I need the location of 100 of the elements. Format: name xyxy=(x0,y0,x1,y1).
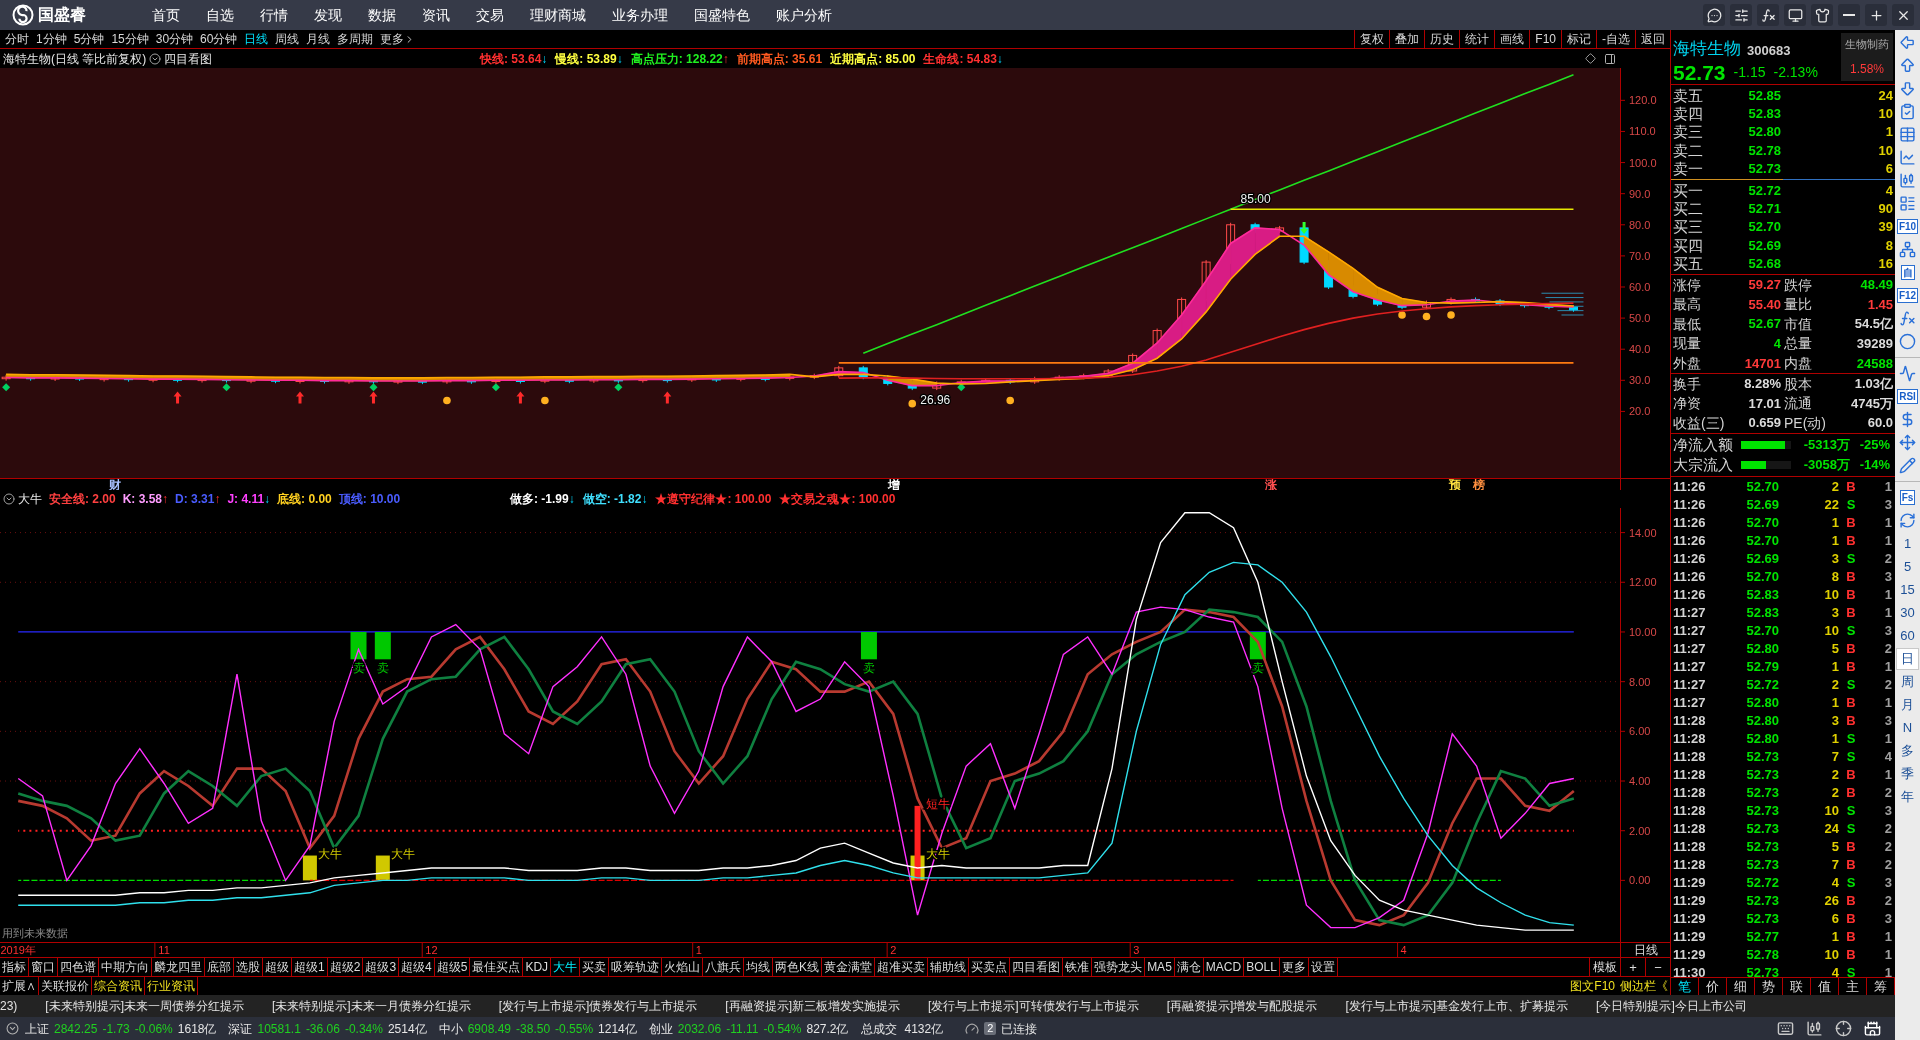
trade-volume: 3 xyxy=(1830,606,1839,620)
signal-label: 短牛 xyxy=(925,796,950,811)
trade-volume: 4 xyxy=(1830,966,1839,977)
trade-price: 52.73 xyxy=(1745,768,1779,782)
axis-label: 3 xyxy=(1133,944,1140,956)
stat-value: 48.49 xyxy=(1859,278,1894,292)
index-percent: -0.06% xyxy=(134,1020,173,1038)
stat-value: 1.45 xyxy=(1866,297,1894,311)
order-volume: 4 xyxy=(1884,183,1894,197)
trade-side: B xyxy=(1845,606,1857,620)
trade-side: S xyxy=(1845,498,1857,512)
event-label: 涨 xyxy=(1264,478,1277,490)
trade-count: 2 xyxy=(1883,552,1893,566)
trade-volume: 10 xyxy=(1823,948,1839,962)
trade-time: 11:27 xyxy=(1673,678,1707,692)
trade-time: 11:27 xyxy=(1673,606,1707,620)
trade-volume: 1 xyxy=(1830,696,1839,710)
order-price: 52.72 xyxy=(1747,183,1781,197)
signal-label: 大牛 xyxy=(390,846,415,861)
stat-label: 换手 xyxy=(1673,376,1702,391)
indicator-value: 顶线: 10.00 xyxy=(338,491,401,508)
trade-side: B xyxy=(1845,660,1857,674)
axis-label: 30.0 xyxy=(1629,374,1651,387)
connection-status: 已连接 xyxy=(1001,1020,1038,1038)
indicator-value: D: 3.31 xyxy=(175,491,215,508)
trade-count: 1 xyxy=(1883,966,1893,977)
trade-count: 1 xyxy=(1883,606,1893,620)
trade-side: S xyxy=(1845,732,1857,746)
trade-price: 52.80 xyxy=(1745,642,1779,656)
order-price: 52.70 xyxy=(1747,220,1781,234)
index-percent: -0.34% xyxy=(344,1020,383,1038)
trade-count: 2 xyxy=(1883,840,1893,854)
trade-side: S xyxy=(1845,804,1857,818)
stat-value: 24588 xyxy=(1855,356,1894,370)
order-label: 卖二 xyxy=(1673,142,1704,158)
trade-count: 1 xyxy=(1883,534,1893,548)
trend-arrow: ↑ xyxy=(214,493,221,505)
stat-label: 净资 xyxy=(1673,396,1702,411)
axis-label: 11 xyxy=(158,944,170,956)
trade-side: B xyxy=(1845,570,1857,584)
stat-label: 跌停 xyxy=(1784,277,1813,292)
price-label: 26.96 xyxy=(920,393,951,408)
trade-side: B xyxy=(1845,534,1857,548)
trade-volume: 1 xyxy=(1830,732,1839,746)
order-volume: 1 xyxy=(1884,125,1894,139)
index-amount: 1618亿 xyxy=(177,1020,217,1038)
trade-time: 11:28 xyxy=(1673,786,1707,800)
trade-time: 11:26 xyxy=(1673,534,1707,548)
trade-side: S xyxy=(1845,966,1857,977)
axis-label: 110.0 xyxy=(1629,125,1656,138)
trade-volume: 5 xyxy=(1830,840,1839,854)
axis-label: 1 xyxy=(695,944,702,956)
order-price: 52.69 xyxy=(1747,238,1781,252)
indicator-value: 安全线: 2.00 xyxy=(49,491,116,508)
trade-price: 52.72 xyxy=(1745,876,1779,890)
trade-side: B xyxy=(1845,948,1857,962)
order-label: 买二 xyxy=(1673,201,1704,217)
index-amount: 2514亿 xyxy=(387,1020,427,1038)
trade-count: 1 xyxy=(1883,588,1893,602)
index-percent: -0.54% xyxy=(763,1020,802,1038)
index-value: 6908.49 xyxy=(467,1020,512,1038)
trade-count: 1 xyxy=(1883,516,1893,530)
order-price: 52.78 xyxy=(1747,143,1781,157)
signal-label: 大牛 xyxy=(317,846,342,861)
trade-volume: 1 xyxy=(1830,930,1839,944)
trade-price: 52.69 xyxy=(1745,498,1779,512)
indicator-value: 底线: 0.00 xyxy=(277,491,332,508)
order-volume: 10 xyxy=(1877,143,1894,157)
trade-time: 11:29 xyxy=(1673,894,1707,908)
trade-price: 52.77 xyxy=(1745,930,1779,944)
trade-volume: 26 xyxy=(1823,894,1839,908)
trade-volume: 7 xyxy=(1830,750,1839,764)
trade-price: 52.70 xyxy=(1745,570,1779,584)
event-label: 榜 xyxy=(1473,478,1486,490)
order-volume: 10 xyxy=(1877,107,1894,121)
trade-count: 2 xyxy=(1883,822,1893,836)
signal-value: 做空: -1.82 xyxy=(582,491,642,508)
stat-label: 最低 xyxy=(1673,316,1702,331)
stat-value: 1.03亿 xyxy=(1853,377,1894,391)
order-label: 买五 xyxy=(1673,256,1704,272)
trade-price: 52.79 xyxy=(1745,660,1779,674)
trade-volume: 2 xyxy=(1830,768,1839,782)
stat-value: 55.40 xyxy=(1747,297,1781,311)
index-change: -36.06 xyxy=(305,1020,340,1038)
trade-count: 2 xyxy=(1883,678,1893,692)
trade-side: B xyxy=(1845,516,1857,530)
trade-count: 3 xyxy=(1883,876,1893,890)
stat-value: 59.27 xyxy=(1747,278,1781,292)
trend-arrow: ↓ xyxy=(641,493,648,505)
trade-time: 11:26 xyxy=(1673,588,1707,602)
trade-volume: 2 xyxy=(1830,678,1839,692)
signal-value: 做多: -1.99 xyxy=(510,491,569,508)
trade-time: 11:29 xyxy=(1673,930,1707,944)
stock-name: 海特生物 xyxy=(1673,40,1741,57)
trade-volume: 10 xyxy=(1823,624,1839,638)
trade-side: B xyxy=(1845,858,1857,872)
order-label: 卖五 xyxy=(1673,87,1704,103)
index-percent: -0.55% xyxy=(555,1020,594,1038)
order-price: 52.68 xyxy=(1747,257,1781,271)
axis-label: 90.0 xyxy=(1629,187,1651,200)
